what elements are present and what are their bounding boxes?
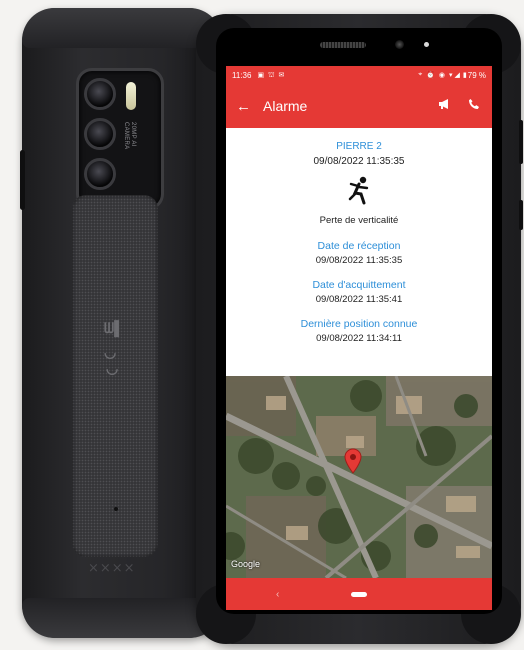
detail-value: 09/08/2022 11:35:35: [315, 255, 403, 266]
satellite-map[interactable]: Google: [226, 376, 492, 578]
front-camera-icon: [395, 40, 404, 49]
status-time: 11:36: [232, 70, 252, 80]
alarm-details: PIERRE 2 09/08/2022 11:35:35 Perte de ve…: [226, 128, 492, 376]
camera-lens-icon: [84, 118, 116, 150]
camera-lens-icon: [84, 78, 116, 110]
alarm-datetime: 09/08/2022 11:35:35: [313, 156, 405, 167]
nav-back-icon[interactable]: ‹: [276, 589, 279, 600]
page-title: Alarme: [263, 98, 308, 114]
battery-level: 79 %: [467, 70, 486, 80]
navigation-bar: ‹: [226, 578, 492, 610]
megaphone-icon[interactable]: [438, 97, 452, 115]
detail-value: 09/08/2022 11:35:41: [315, 294, 403, 305]
speaker-grille: ⨯⨯⨯⨯: [88, 560, 136, 575]
phone-back-bumper-bottom: [22, 598, 222, 638]
alarm-event-label: Perte de verticalité: [319, 215, 399, 226]
nav-home-pill[interactable]: [351, 591, 367, 597]
map-attribution: Google: [231, 559, 261, 569]
earpiece-speaker: [320, 42, 366, 48]
image-icon: ▣: [257, 72, 265, 79]
volume-key: [519, 120, 523, 164]
detail-value: 09/08/2022 11:34:11: [316, 333, 402, 344]
phone-icon[interactable]: [468, 97, 480, 115]
wifi-icon: ▾: [449, 72, 453, 79]
camera-label: 20MP AI: [130, 122, 136, 147]
person-icon: ⛫: [268, 71, 275, 79]
camera-lens-icon: [84, 158, 116, 190]
side-key: [20, 150, 25, 210]
brand-logo-icon: ᗯ▌: [104, 320, 125, 336]
signal-icon: ◢: [454, 72, 460, 79]
alarm-name: PIERRE 2: [336, 141, 382, 152]
detail-label: Dernière position connue: [300, 318, 418, 330]
detail-label: Date de réception: [317, 240, 401, 252]
message-icon: ✉: [278, 72, 285, 79]
status-bar: 11:36 ▣ ⛫ ✉ ⌖ ⏰ ◉ ▾ ◢ ▮ 79 %: [226, 66, 492, 84]
location-icon: ⌖: [418, 71, 423, 78]
proximity-sensor: [424, 42, 429, 47]
eye-icon: ◉: [438, 72, 445, 79]
alarm-icon: ⏰: [426, 72, 435, 79]
brand-logo-icon: ◡: [104, 344, 117, 360]
map-pin-icon[interactable]: [344, 448, 362, 479]
phone-back-bumper-top: [22, 8, 222, 48]
back-arrow-icon[interactable]: ←: [236, 98, 251, 115]
detail-label: Date d'acquittement: [312, 279, 406, 291]
brand-logo-icon: ◡: [106, 360, 119, 376]
power-key: [519, 200, 523, 230]
app-bar: ← Alarme: [226, 84, 492, 128]
microphone-hole: [114, 507, 118, 511]
battery-icon: ▮: [462, 72, 467, 79]
flash-icon: [126, 82, 136, 110]
falling-person-icon: [226, 175, 492, 205]
camera-label: CAMERA: [123, 122, 129, 150]
